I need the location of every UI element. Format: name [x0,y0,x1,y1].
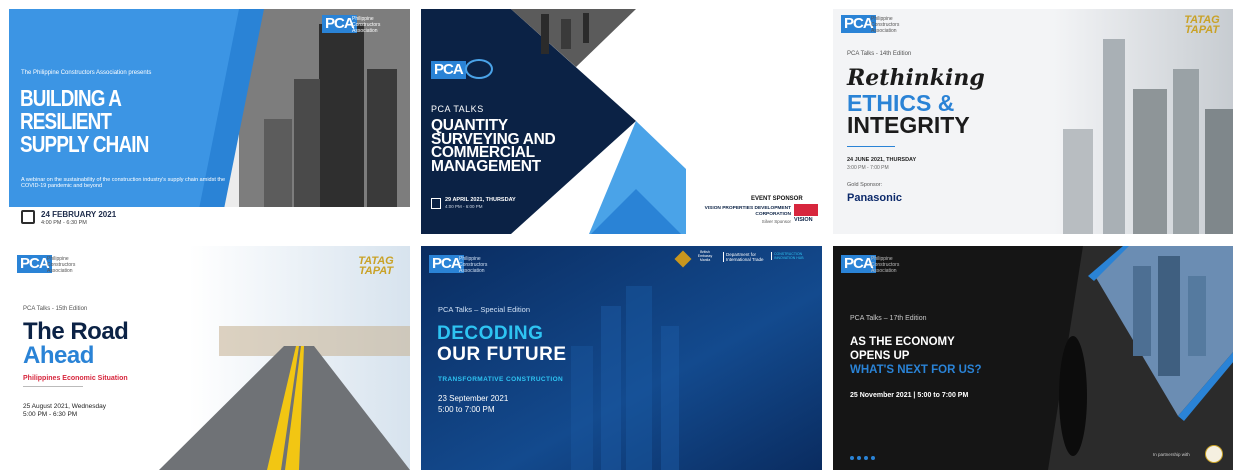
event-time: 4:00 PM - 6:30 PM [41,220,87,226]
tatag-tapat-badge: TATAG TAPAT [358,255,394,277]
webinar-card-economy-opens[interactable]: PCA Philippine Constructors Association … [833,246,1233,470]
event-date: 24 FEBRUARY 2021 [41,210,117,219]
organization-name: Philippine Constructors Association [459,256,488,274]
event-datetime: 25 November 2021 | 5:00 to 7:00 PM [850,392,969,399]
series-label: PCA TALKS [431,104,484,114]
webinar-card-ethics-integrity[interactable]: PCA Philippine Constructors Association … [833,9,1233,234]
title-line-2: OPENS UP [850,350,910,362]
title-line-2: Ahead [23,342,94,369]
innovation-hub-logo: CONSTRUCTION INNOVATION HUB [771,252,818,260]
webinar-card-supply-chain[interactable]: PCA Philippine Constructors Association … [9,9,410,234]
edition-label: PCA Talks – Special Edition [438,305,530,314]
script-title: Rethinking [847,65,985,91]
partner-globe-icon [465,59,493,79]
event-date: 24 JUNE 2021, THURSDAY [847,157,917,163]
edition-label: PCA Talks – 17th Edition [850,315,927,322]
title-line-1: AS THE ECONOMY [850,336,955,348]
card-subtitle: TRANSFORMATIVE CONSTRUCTION [438,376,564,383]
tatag-tapat-badge: TATAG TAPAT [1184,14,1220,36]
card-title: BUILDING A RESILIENT SUPPLY CHAIN [20,87,149,156]
event-date: 25 August 2021, Wednesday [23,403,106,410]
sponsor-name: VISION PROPERTIES DEVELOPMENT CORPORATIO… [704,206,791,217]
pagination-dots [850,456,875,460]
vision-wordmark: VISION [794,217,813,223]
webinar-card-quantity-surveying[interactable]: PCA PCA TALKS QUANTITY SURVEYING AND COM… [421,9,822,234]
title-line-2: INTEGRITY [847,112,970,138]
organization-name: Philippine Constructors Association [871,16,900,34]
event-time: 5:00 to 7:00 PM [438,405,495,414]
card-subtitle: Philippines Economic Situation [23,375,128,382]
vision-logo [794,204,818,216]
partner-label: In partnership with [1153,452,1190,457]
title-line: RESILIENT [20,108,112,134]
title-line-2: OUR FUTURE [437,344,567,365]
divider [847,146,895,147]
organization-name: Philippine Constructors Association [871,256,900,274]
title-line-3: WHAT'S NEXT FOR US? [850,364,982,376]
title-line: BUILDING A [20,85,122,111]
dit-logo: Department for International Trade [723,252,770,262]
event-time: 3:00 PM - 7:00 PM [847,165,889,171]
organization-name: Philippine Constructors Association [47,256,76,274]
sponsor-tier: Silver Sponsor [761,219,791,224]
card-subtitle: A webinar on the sustainability of the c… [21,177,226,189]
sponsor-label: EVENT SPONSOR [751,196,803,202]
card-title: QUANTITY SURVEYING AND COMMERCIAL MANAGE… [431,118,556,175]
edition-label: PCA Talks - 15th Edition [23,306,88,312]
sponsor-label: Gold Sponsor: [847,182,883,188]
calendar-icon [431,198,441,209]
pca-logo: PCA [431,61,466,79]
sponsor-name: Panasonic [847,192,903,204]
title-line-1: The Road [23,318,129,345]
partner-seal-icon [1205,445,1223,463]
webinar-card-decoding-future[interactable]: PCA Philippine Constructors Association … [421,246,822,470]
event-time: 4:00 PM - 6:00 PM [445,204,483,209]
calendar-icon [21,210,35,224]
edition-label: PCA Talks - 14th Edition [847,51,912,57]
organization-name: Philippine Constructors Association [352,16,381,34]
title-line-1: DECODING [437,323,544,344]
embassy-logo: British Embassy Manila [697,250,713,262]
title-line: MANAGEMENT [431,157,541,175]
event-time: 5:00 PM - 6:30 PM [23,411,78,418]
event-date: 23 September 2021 [438,394,509,403]
divider [23,386,83,387]
event-date: 29 APRIL 2021, THURSDAY [445,197,516,203]
webinar-card-road-ahead[interactable]: PCA Philippine Constructors Association … [9,246,410,470]
title-line: SUPPLY CHAIN [20,131,149,157]
presenter-text: The Philippine Constructors Association … [21,70,152,76]
